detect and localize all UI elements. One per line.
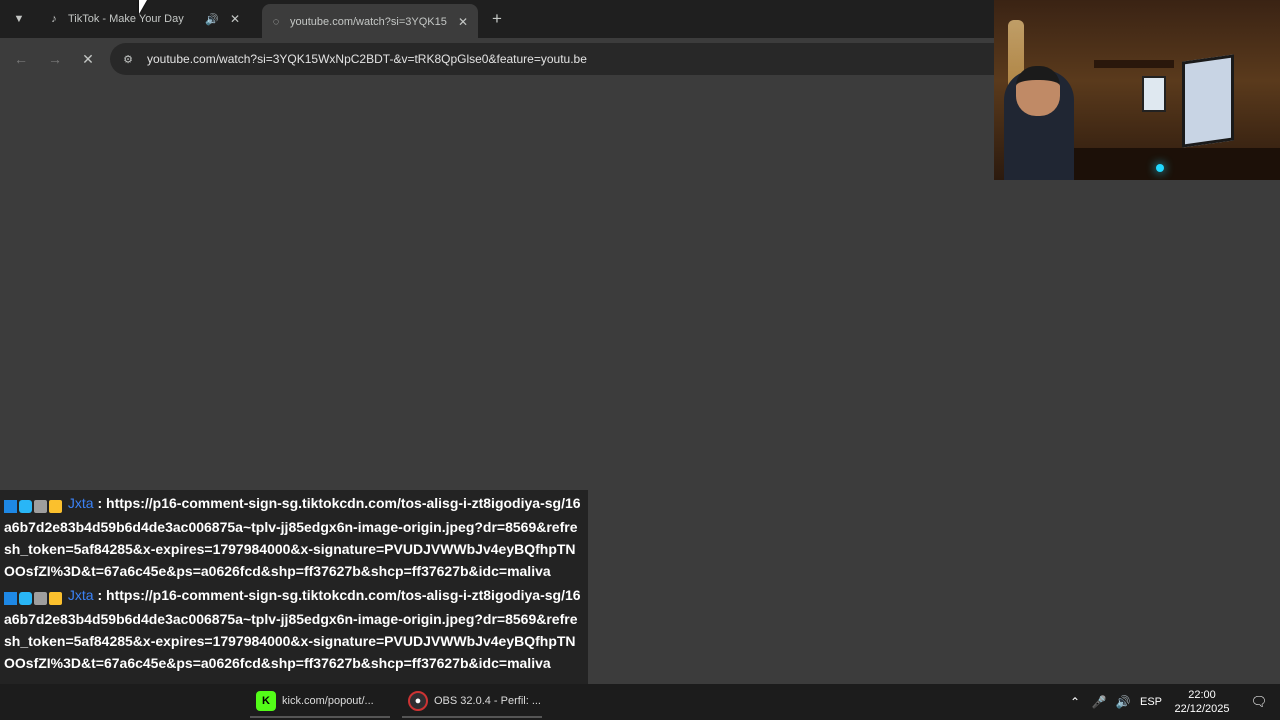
speaker-icon[interactable]: 🔊: [204, 11, 220, 27]
arrow-left-icon: ←: [14, 51, 28, 67]
crown-icon: [49, 499, 62, 513]
badge-icon: [34, 591, 47, 605]
badge-icon: [34, 499, 47, 513]
chat-message: Jxta : https://p16-comment-sign-sg.tikto…: [0, 490, 588, 582]
tiktok-icon: ♪: [51, 13, 57, 25]
badge-icon: [4, 499, 17, 513]
arrow-right-icon: →: [48, 51, 62, 67]
language-indicator[interactable]: ESP: [1140, 696, 1162, 708]
streamer-head-image: [1016, 66, 1060, 116]
taskbar-app-kick[interactable]: K kick.com/popout/...: [250, 686, 390, 718]
chat-username[interactable]: Jxta: [68, 587, 94, 603]
taskbar: K kick.com/popout/... ● OBS 32.0.4 - Per…: [0, 684, 1280, 720]
loading-icon: ◌: [272, 16, 280, 28]
stop-loading-button[interactable]: ✕: [77, 48, 99, 70]
chat-separator: :: [97, 495, 103, 511]
chevron-up-icon[interactable]: ⌃: [1064, 691, 1086, 713]
badge-icon: [4, 591, 17, 605]
close-icon: ✕: [82, 50, 94, 67]
tab-tiktok[interactable]: ♪ TikTok - Make Your Day 🔊 ✕: [40, 6, 254, 32]
mouse-cursor-icon: [139, 0, 147, 14]
close-tab-button[interactable]: ✕: [454, 13, 472, 31]
url-text[interactable]: youtube.com/watch?si=3YQK15WxNpC2BDT-&v=…: [147, 52, 587, 66]
badge-icon: [19, 499, 32, 513]
shelf-image: [1094, 60, 1174, 68]
close-tab-button[interactable]: ✕: [226, 10, 244, 28]
speaker-icon[interactable]: 🔊: [1112, 691, 1134, 713]
taskbar-app-label: kick.com/popout/...: [282, 695, 374, 707]
site-info-icon[interactable]: ⚙: [120, 51, 136, 67]
system-tray: ⌃ 🎤 🔊 ESP 22:00 22/12/2025 🗨: [1062, 684, 1280, 720]
taskbar-app-label: OBS 32.0.4 - Perfil: ...: [434, 695, 541, 707]
tab-title: youtube.com/watch?si=3YQK15: [290, 16, 447, 28]
microphone-icon[interactable]: 🎤: [1088, 691, 1110, 713]
monitor-image: [1182, 54, 1234, 148]
crown-icon: [49, 591, 62, 605]
chevron-down-icon: ▼: [13, 13, 25, 25]
clock-time: 22:00: [1188, 689, 1216, 701]
new-tab-button[interactable]: +: [486, 8, 508, 30]
monitor-image: [1142, 76, 1166, 112]
back-button[interactable]: ←: [10, 48, 32, 70]
led-light-image: [1156, 164, 1164, 172]
notification-icon[interactable]: 🗨: [1244, 687, 1274, 717]
webcam-overlay: [994, 0, 1280, 180]
tab-search-button[interactable]: ▼: [8, 8, 30, 30]
chat-separator: :: [97, 587, 103, 603]
kick-icon: K: [256, 691, 276, 711]
plus-icon: +: [492, 9, 502, 28]
desk-image: [1054, 148, 1280, 180]
chat-message: Jxta : https://p16-comment-sign-sg.tikto…: [0, 582, 588, 674]
clock[interactable]: 22:00 22/12/2025: [1170, 688, 1234, 716]
user-badges: [4, 494, 64, 516]
taskbar-app-obs[interactable]: ● OBS 32.0.4 - Perfil: ...: [402, 686, 542, 718]
clock-date: 22/12/2025: [1174, 703, 1230, 715]
badge-icon: [19, 591, 32, 605]
tab-title: TikTok - Make Your Day: [68, 13, 184, 25]
tab-youtube[interactable]: ◌ youtube.com/watch?si=3YQK15 ✕: [262, 4, 478, 38]
user-badges: [4, 586, 64, 608]
forward-button[interactable]: →: [44, 48, 66, 70]
obs-icon: ●: [408, 691, 428, 711]
chat-username[interactable]: Jxta: [68, 495, 94, 511]
